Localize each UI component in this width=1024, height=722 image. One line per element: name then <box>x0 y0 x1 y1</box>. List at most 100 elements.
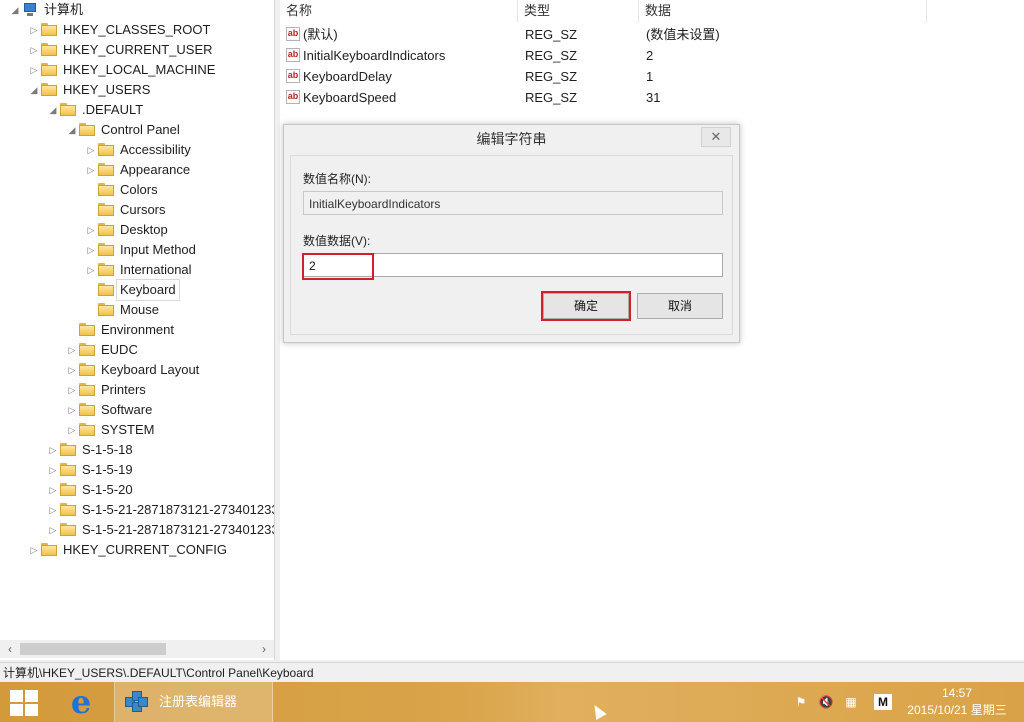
folder-icon <box>60 503 76 517</box>
column-header-data[interactable]: 数据 <box>639 0 927 22</box>
tree-node-label[interactable]: HKEY_CURRENT_USER <box>63 40 213 60</box>
scroll-right-icon[interactable]: › <box>256 640 272 658</box>
tree-node-label[interactable]: S-1-5-18 <box>82 440 133 460</box>
no-arrow[interactable] <box>67 320 77 340</box>
expand-arrow-icon[interactable]: ▷ <box>67 400 77 420</box>
registry-tree-pane[interactable]: ◢ 计算机 ▷ HKEY_CLASSES_ROOT ▷ HKEY_CURRENT_USER… <box>0 0 275 660</box>
expand-arrow-icon[interactable]: ▷ <box>48 500 58 520</box>
folder-icon <box>98 223 114 237</box>
collapse-arrow-icon[interactable]: ◢ <box>48 100 58 120</box>
collapse-arrow-icon[interactable]: ◢ <box>29 80 39 100</box>
column-header-type[interactable]: 类型 <box>518 0 639 22</box>
tree-node-label[interactable]: International <box>120 260 192 280</box>
taskbar-clock[interactable]: 14:57 2015/10/21 星期三 <box>902 685 1012 719</box>
column-header-name[interactable]: 名称 <box>280 0 518 22</box>
tree-node-label[interactable]: HKEY_LOCAL_MACHINE <box>63 60 215 80</box>
collapse-arrow-icon[interactable]: ◢ <box>67 120 77 140</box>
folder-icon <box>79 363 95 377</box>
tree-node-label[interactable]: Input Method <box>120 240 196 260</box>
tree-node-label[interactable]: S-1-5-20 <box>82 480 133 500</box>
tree-node-label[interactable]: HKEY_CURRENT_CONFIG <box>63 540 227 560</box>
action-center-icon[interactable]: ⚑ <box>793 694 809 710</box>
expand-arrow-icon[interactable]: ▷ <box>48 480 58 500</box>
tree-node-label[interactable]: .DEFAULT <box>82 100 143 120</box>
expand-arrow-icon[interactable]: ▷ <box>29 20 39 40</box>
expand-arrow-icon[interactable]: ▷ <box>86 160 96 180</box>
expand-arrow-icon[interactable]: ▷ <box>86 240 96 260</box>
expand-arrow-icon[interactable]: ▷ <box>29 540 39 560</box>
expand-arrow-icon[interactable]: ▷ <box>67 360 77 380</box>
no-arrow[interactable] <box>86 300 96 320</box>
tree-node-label[interactable]: Printers <box>101 380 146 400</box>
cancel-button[interactable]: 取消 <box>637 293 723 319</box>
tree-node-label[interactable]: Mouse <box>120 300 159 320</box>
expand-arrow-icon[interactable]: ▷ <box>67 420 77 440</box>
value-type-cell: REG_SZ <box>525 27 578 42</box>
tree-node-label[interactable]: Keyboard <box>116 279 180 301</box>
tree-node-label[interactable]: Cursors <box>120 200 166 220</box>
folder-icon <box>98 143 114 157</box>
value-data-cell: 31 <box>646 90 661 105</box>
windows-start-icon[interactable] <box>10 690 40 716</box>
expand-arrow-icon[interactable]: ▷ <box>67 380 77 400</box>
tree-node-label[interactable]: Software <box>101 400 152 420</box>
internet-explorer-icon[interactable]: e <box>62 686 98 718</box>
folder-icon <box>60 523 76 537</box>
value-row[interactable]: ab KeyboardDelay REG_SZ 1 <box>280 66 1024 87</box>
collapse-arrow-icon[interactable]: ◢ <box>10 0 20 20</box>
expand-arrow-icon[interactable]: ▷ <box>29 60 39 80</box>
folder-icon <box>79 423 95 437</box>
tree-node-label[interactable]: HKEY_CLASSES_ROOT <box>63 20 210 40</box>
folder-icon <box>98 163 114 177</box>
folder-icon <box>98 263 114 277</box>
expand-arrow-icon[interactable]: ▷ <box>86 220 96 240</box>
folder-icon <box>41 23 57 37</box>
tree-node-label[interactable]: S-1-5-19 <box>82 460 133 480</box>
tree-horizontal-scrollbar[interactable]: ‹ › <box>0 640 274 658</box>
taskbar-regedit-button[interactable]: 注册表编辑器 <box>114 682 273 722</box>
tree-node-label[interactable]: EUDC <box>101 340 138 360</box>
value-name-cell: KeyboardSpeed <box>303 90 397 105</box>
no-arrow[interactable] <box>86 180 96 200</box>
folder-icon <box>60 463 76 477</box>
clock-time: 14:57 <box>941 686 973 700</box>
speaker-muted-icon[interactable]: 🔇 <box>818 694 834 710</box>
expand-arrow-icon[interactable]: ▷ <box>67 340 77 360</box>
scroll-left-icon[interactable]: ‹ <box>2 640 18 658</box>
no-arrow[interactable] <box>86 280 96 300</box>
expand-arrow-icon[interactable]: ▷ <box>29 40 39 60</box>
close-icon[interactable]: ✕ <box>701 127 731 147</box>
tree-node-label[interactable]: S-1-5-21-2871873121-2734012333 <box>82 500 274 520</box>
expand-arrow-icon[interactable]: ▷ <box>48 520 58 540</box>
string-value-icon: ab <box>286 90 300 104</box>
expand-arrow-icon[interactable]: ▷ <box>86 140 96 160</box>
no-arrow[interactable] <box>86 200 96 220</box>
clock-date: 2015/10/21 星期三 <box>907 703 1007 717</box>
ime-indicator[interactable]: M <box>874 694 892 710</box>
tree-node-label[interactable]: Control Panel <box>101 120 180 140</box>
expand-arrow-icon[interactable]: ▷ <box>48 440 58 460</box>
folder-icon <box>41 83 57 97</box>
tree-node-label[interactable]: S-1-5-21-2871873121-2734012333 <box>82 520 274 540</box>
tree-node-label[interactable]: Environment <box>101 320 174 340</box>
network-icon[interactable]: ▦ <box>843 694 859 710</box>
tree-node-label[interactable]: Colors <box>120 180 158 200</box>
tree-node-label[interactable]: SYSTEM <box>101 420 154 440</box>
folder-icon <box>41 543 57 557</box>
tree-node-label[interactable]: Keyboard Layout <box>101 360 199 380</box>
scrollbar-thumb[interactable] <box>20 643 166 655</box>
value-row[interactable]: ab InitialKeyboardIndicators REG_SZ 2 <box>280 45 1024 66</box>
tree-node-label[interactable]: Accessibility <box>120 140 191 160</box>
value-row[interactable]: ab (默认) REG_SZ (数值未设置) <box>280 24 1024 45</box>
expand-arrow-icon[interactable]: ▷ <box>86 260 96 280</box>
tree-node-label[interactable]: Desktop <box>120 220 168 240</box>
tree-node-label[interactable]: HKEY_USERS <box>63 80 150 100</box>
tree-node-label[interactable]: 计算机 <box>44 0 83 20</box>
tree-node-label[interactable]: Appearance <box>120 160 190 180</box>
status-bar-path: 计算机\HKEY_USERS\.DEFAULT\Control Panel\Ke… <box>0 662 1024 683</box>
value-row[interactable]: ab KeyboardSpeed REG_SZ 31 <box>280 87 1024 108</box>
expand-arrow-icon[interactable]: ▷ <box>48 460 58 480</box>
string-value-icon: ab <box>286 48 300 62</box>
value-data-cell: 1 <box>646 69 654 84</box>
folder-icon <box>98 303 114 317</box>
